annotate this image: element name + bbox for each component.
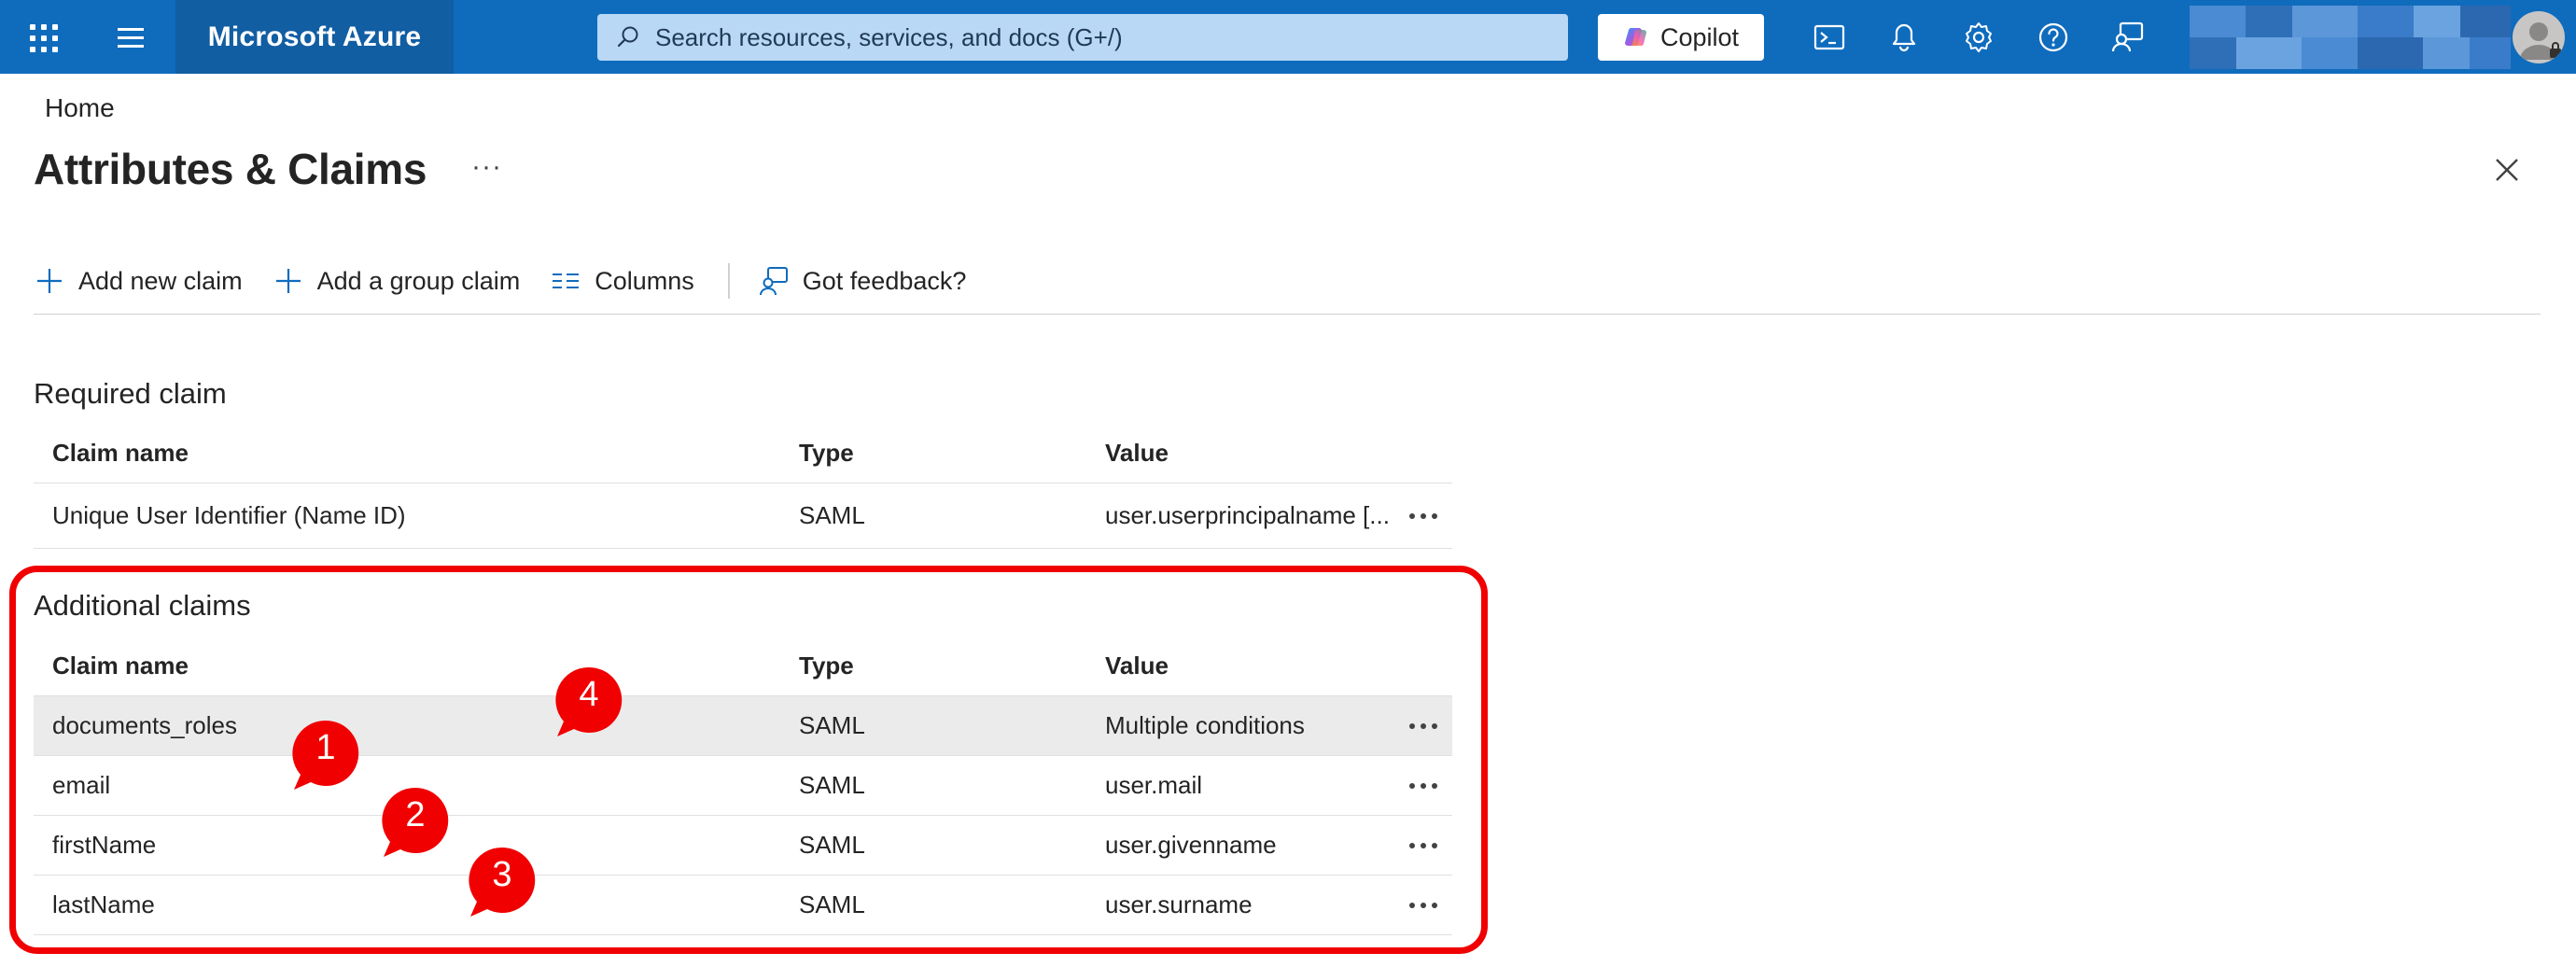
settings-icon[interactable] — [1960, 19, 1997, 56]
portal-brand[interactable]: Microsoft Azure — [175, 0, 454, 74]
search-icon — [617, 26, 638, 48]
avatar[interactable] — [2513, 11, 2565, 63]
page-title: Attributes & Claims — [34, 145, 427, 193]
plus-icon — [37, 269, 62, 293]
annotation-marker-3: 3 — [468, 846, 542, 924]
required-claims-table: Claim name Type Value Unique User Identi… — [34, 424, 1452, 549]
cloud-shell-icon[interactable] — [1811, 19, 1848, 56]
annotation-marker-2: 2 — [381, 786, 455, 864]
more-options-button[interactable]: ··· — [471, 151, 502, 183]
claim-value-cell: user.userprincipalname [... — [1105, 501, 1390, 529]
claim-type-cell: SAML — [799, 501, 865, 529]
account-info-redacted — [2190, 6, 2511, 69]
annotation-marker-label: 4 — [579, 675, 599, 714]
copilot-icon — [1624, 28, 1646, 47]
feedback-button[interactable]: Got feedback? — [758, 265, 967, 297]
search-input[interactable]: Search resources, services, and docs (G+… — [597, 14, 1568, 61]
top-navigation-bar: Microsoft Azure Search resources, servic… — [0, 0, 2576, 74]
column-header-claim-name[interactable]: Claim name — [52, 424, 189, 483]
row-more-options-button[interactable] — [1409, 484, 1437, 548]
add-group-claim-button[interactable]: Add a group claim — [273, 265, 521, 297]
columns-button[interactable]: Columns — [550, 265, 694, 297]
breadcrumb[interactable]: Home — [45, 93, 115, 123]
command-bar: Add new claim Add a group claim Columns … — [34, 254, 996, 308]
notifications-icon[interactable] — [1885, 19, 1923, 56]
claim-name-cell: Unique User Identifier (Name ID) — [52, 501, 406, 529]
annotation-marker-label: 1 — [315, 728, 336, 767]
toolbar-divider — [727, 263, 730, 299]
annotation-marker-label: 2 — [405, 795, 426, 834]
close-icon[interactable] — [2494, 157, 2520, 183]
required-claim-heading: Required claim — [34, 377, 227, 410]
help-icon[interactable] — [2035, 19, 2072, 56]
columns-icon — [553, 273, 580, 288]
annotation-marker-1: 1 — [291, 719, 366, 797]
search-placeholder: Search resources, services, and docs (G+… — [655, 22, 1123, 51]
column-header-type[interactable]: Type — [799, 424, 854, 483]
feedback-label: Got feedback? — [802, 266, 967, 295]
copilot-button[interactable]: Copilot — [1598, 14, 1764, 61]
add-new-claim-button[interactable]: Add new claim — [34, 265, 243, 297]
annotation-marker-4: 4 — [554, 666, 629, 744]
hamburger-icon[interactable] — [116, 26, 146, 49]
add-group-claim-label: Add a group claim — [316, 266, 521, 295]
table-row[interactable]: Unique User Identifier (Name ID) SAML us… — [34, 484, 1452, 549]
plus-icon — [275, 269, 301, 293]
feedback-icon — [759, 267, 788, 296]
add-new-claim-label: Add new claim — [78, 266, 243, 295]
column-header-value[interactable]: Value — [1105, 424, 1169, 483]
copilot-label: Copilot — [1659, 22, 1740, 51]
waffle-icon[interactable] — [26, 21, 58, 52]
toolbar-divider-line — [34, 314, 2541, 315]
highlight-box — [9, 566, 1488, 954]
table-header-row: Claim name Type Value — [34, 424, 1452, 484]
columns-label: Columns — [595, 266, 694, 295]
annotation-marker-label: 3 — [492, 855, 512, 894]
feedback-icon[interactable] — [2109, 19, 2147, 56]
user-icon — [2520, 22, 2561, 60]
